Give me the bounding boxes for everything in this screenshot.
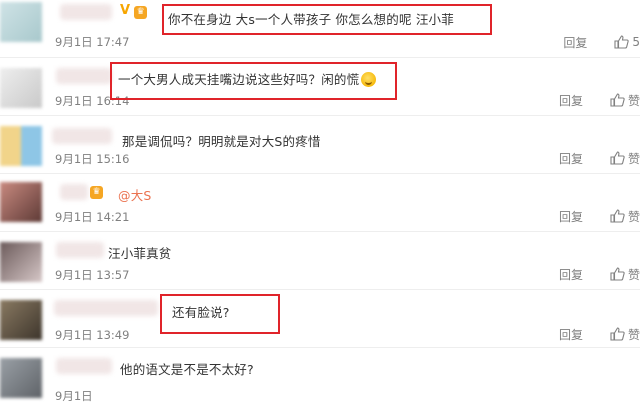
comment-row: V ♛ 你不在身边 大s一个人带孩子 你怎么想的呢 汪小菲 9月1日 17:47… (0, 0, 640, 58)
username-blurred[interactable] (52, 128, 112, 144)
reply-button[interactable]: 回复 (559, 326, 583, 343)
comment-text: 一个大男人成天挂嘴边说这些好吗？闲的慌 (118, 69, 377, 88)
avatar[interactable] (0, 126, 42, 166)
timestamp: 9月1日 14:21 (55, 210, 130, 224)
comment-text: 汪小菲真贫 (108, 246, 172, 261)
avatar[interactable] (0, 182, 42, 222)
comment-row: 还有脸说? 9月1日 13:49 回复 赞 (0, 290, 640, 348)
thumbs-up-icon (610, 151, 625, 165)
comment-text-body: 一个大男人成天挂嘴边说这些好吗？闲的慌 (118, 72, 360, 87)
avatar[interactable] (0, 358, 42, 398)
username-blurred[interactable] (56, 68, 112, 84)
username-blurred[interactable] (60, 184, 88, 200)
comment-actions: 回复 5 (563, 33, 640, 51)
comment-text: 那是调侃吗？明明就是对大S的疼惜 (122, 134, 321, 149)
comment-actions: 回复 赞 (559, 207, 640, 225)
thumbs-up-icon (614, 35, 630, 49)
like-label: 赞 (627, 327, 640, 342)
like-button[interactable]: 赞 (609, 92, 640, 109)
thumbs-up-icon (610, 327, 625, 341)
like-label: 赞 (627, 151, 640, 166)
crown-icon: ♛ (90, 186, 103, 199)
avatar[interactable] (0, 300, 42, 340)
timestamp: 9月1日 13:57 (55, 268, 130, 282)
comment-row: 那是调侃吗？明明就是对大S的疼惜 9月1日 15:16 回复 赞 (0, 116, 640, 174)
like-button[interactable]: 赞 (609, 326, 640, 343)
thumbs-up-icon (610, 93, 625, 107)
like-button[interactable]: 赞 (609, 266, 640, 283)
reply-button[interactable]: 回复 (559, 266, 583, 283)
avatar[interactable] (0, 68, 42, 108)
comment-actions: 回复 赞 (559, 91, 640, 109)
verified-v-icon: V (120, 3, 131, 18)
username-blurred[interactable] (56, 242, 104, 258)
timestamp: 9月1日 13:49 (55, 328, 130, 342)
comment-text: 你不在身边 大s一个人带孩子 你怎么想的呢 汪小菲 (168, 12, 454, 27)
like-button[interactable]: 5 (613, 34, 640, 50)
reply-button[interactable]: 回复 (559, 208, 583, 225)
thumbs-up-icon (610, 267, 625, 281)
comment-text: 他的语文是不是不太好? (120, 362, 254, 377)
like-button[interactable]: 赞 (609, 208, 640, 225)
username-blurred[interactable] (56, 358, 112, 374)
reply-button[interactable]: 回复 (559, 92, 583, 109)
like-label: 赞 (627, 93, 640, 108)
reply-button[interactable]: 回复 (563, 34, 587, 51)
timestamp: 9月1日 17:47 (55, 35, 130, 49)
timestamp: 9月1日 16:14 (55, 94, 130, 108)
comment-text: @大S (118, 185, 152, 204)
comment-row: 他的语文是不是不太好? 9月1日 (0, 348, 640, 406)
like-label: 赞 (627, 209, 640, 224)
like-button[interactable]: 赞 (609, 150, 640, 167)
comment-row: ♛ @大S 9月1日 14:21 回复 赞 (0, 174, 640, 232)
like-count: 5 (632, 35, 640, 49)
avatar[interactable] (0, 242, 42, 282)
username-blurred[interactable] (54, 300, 158, 316)
username-blurred[interactable] (60, 4, 112, 20)
badge-vip: ♛ (90, 184, 103, 199)
comment-row: 汪小菲真贫 9月1日 13:57 回复 赞 (0, 232, 640, 290)
comment-text: 还有脸说? (172, 305, 230, 320)
sweat-smile-emoji-icon (361, 72, 377, 87)
reply-button[interactable]: 回复 (559, 150, 583, 167)
comment-actions: 回复 赞 (559, 149, 640, 167)
badge-vip: V ♛ (120, 3, 148, 19)
timestamp: 9月1日 15:16 (55, 152, 130, 166)
timestamp: 9月1日 (55, 389, 93, 403)
avatar[interactable] (0, 2, 42, 42)
comment-actions: 回复 赞 (559, 325, 640, 343)
comment-actions: 回复 赞 (559, 265, 640, 283)
like-label: 赞 (627, 267, 640, 282)
thumbs-up-icon (610, 209, 625, 223)
comment-row: 一个大男人成天挂嘴边说这些好吗？闲的慌 9月1日 16:14 回复 赞 (0, 58, 640, 116)
mention-link[interactable]: @大S (118, 188, 152, 203)
crown-icon: ♛ (134, 6, 148, 19)
